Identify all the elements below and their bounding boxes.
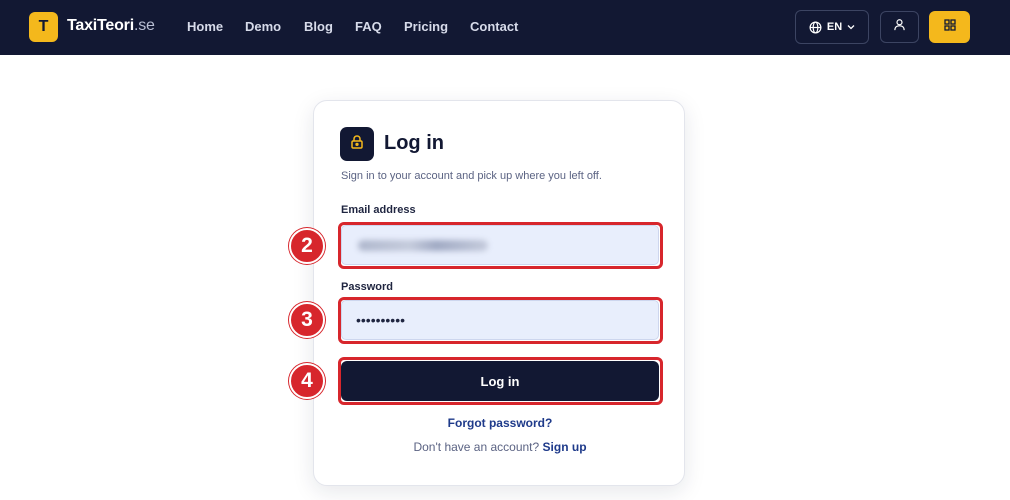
signup-link[interactable]: Sign up [543, 440, 587, 454]
menu-button[interactable] [929, 11, 970, 43]
signup-prompt: Don't have an account? Sign up [0, 440, 1000, 454]
logo-wordmark[interactable]: TaxiTeori.se [67, 17, 155, 35]
globe-icon [809, 21, 822, 34]
step-marker-2: 2 [289, 228, 325, 264]
language-code: EN [826, 21, 843, 33]
lock-icon [349, 134, 365, 155]
language-selector[interactable]: EN [795, 10, 869, 44]
step-marker-4: 4 [289, 363, 325, 399]
nav-link-blog[interactable]: Blog [304, 19, 333, 34]
account-button[interactable] [880, 11, 919, 43]
password-highlight-box [338, 297, 663, 344]
brand-name: TaxiTeori [67, 17, 134, 34]
nav-link-faq[interactable]: FAQ [355, 19, 382, 34]
grid-icon [943, 18, 956, 36]
user-icon [893, 18, 906, 36]
chevron-down-icon [847, 24, 855, 30]
nav-link-pricing[interactable]: Pricing [404, 19, 448, 34]
email-highlight-box [338, 222, 663, 269]
signup-prompt-text: Don't have an account? [413, 440, 540, 454]
logo-badge[interactable]: T [29, 12, 58, 42]
nav-link-contact[interactable]: Contact [470, 19, 518, 34]
login-subtitle: Sign in to your account and pick up wher… [341, 170, 602, 182]
nav-link-demo[interactable]: Demo [245, 19, 281, 34]
password-label: Password [341, 281, 393, 293]
nav-link-home[interactable]: Home [187, 19, 223, 34]
lock-badge [340, 127, 374, 161]
forgot-password-link[interactable]: Forgot password? [0, 416, 1000, 430]
brand-tld: .se [133, 17, 155, 34]
login-title: Log in [384, 132, 444, 154]
email-label: Email address [341, 204, 416, 216]
step-marker-3: 3 [289, 302, 325, 338]
login-button-highlight-box [338, 357, 663, 405]
top-navbar: T TaxiTeori.se Home Demo Blog FAQ Pricin… [0, 0, 1010, 55]
